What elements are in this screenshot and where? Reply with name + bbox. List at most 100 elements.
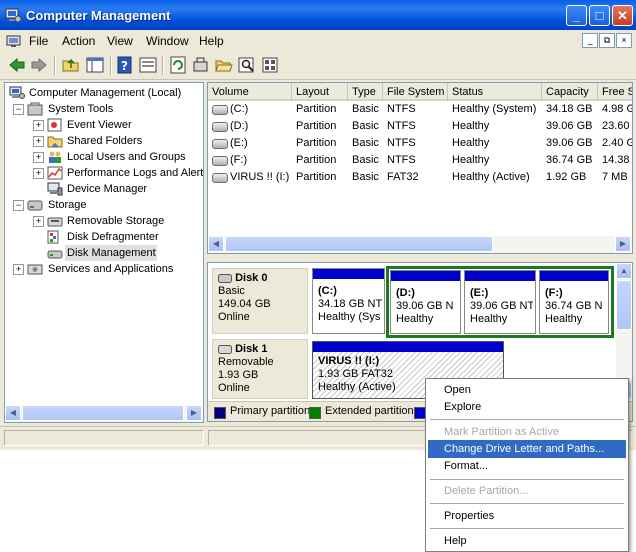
cell-volume: (D:): [230, 120, 249, 132]
partition-c-text: (C:) 34.18 GB NT Healthy (Sys: [318, 285, 382, 324]
menu-help[interactable]: Help: [199, 34, 224, 48]
menu-item-format[interactable]: Format...: [428, 457, 626, 475]
tree-item-local-users-and-groups[interactable]: + Local Users and Groups: [5, 149, 201, 165]
column-header-layout[interactable]: Layout: [292, 83, 348, 101]
table-row[interactable]: (E:) Partition Basic NTFS Healthy 39.06 GB 2.4…: [208, 135, 632, 152]
extended-partition[interactable]: (D:) 39.06 GB N Healthy (E:) 39.06 GB NT…: [386, 266, 614, 338]
scroll-thumb[interactable]: [225, 236, 493, 252]
menu-item-change-drive-letter[interactable]: Change Drive Letter and Paths...: [428, 440, 626, 458]
disk-1-size: 1.93 GB: [218, 369, 259, 381]
tree-item-disk-defragmenter[interactable]: Disk Defragmenter: [5, 229, 201, 245]
partition-d[interactable]: (D:) 39.06 GB N Healthy: [390, 270, 461, 334]
users-icon: [49, 151, 61, 163]
cell-volume: (F:): [230, 154, 248, 166]
tree-item-storage[interactable]: − Storage: [5, 197, 201, 213]
menu-item-properties[interactable]: Properties: [428, 507, 626, 525]
menu-file[interactable]: File: [29, 34, 48, 48]
maximize-button[interactable]: □: [589, 5, 610, 26]
show-hide-console-tree-icon[interactable]: [86, 56, 104, 74]
extended-partition-swatch: [309, 407, 321, 419]
menu-action[interactable]: Action: [62, 34, 95, 48]
tree-item-performance-logs[interactable]: + Performance Logs and Alerts: [5, 165, 203, 181]
table-row[interactable]: (C:) Partition Basic NTFS Healthy (System) 34…: [208, 101, 632, 118]
tree-item-shared-folders[interactable]: + Shared Folders: [5, 133, 201, 149]
tree-item-device-manager[interactable]: Device Manager: [5, 181, 201, 197]
scroll-right-button[interactable]: ▶: [615, 236, 631, 252]
drive-icon: [212, 105, 228, 115]
mdi-restore-button[interactable]: ⧉: [599, 33, 615, 48]
column-header-volume[interactable]: Volume: [208, 83, 292, 101]
disk-0-info[interactable]: Disk 0 Basic 149.04 GB Online: [212, 268, 308, 334]
search-icon[interactable]: [238, 56, 256, 74]
menu-window[interactable]: Window: [146, 34, 189, 48]
disk-1-info[interactable]: Disk 1 Removable 1.93 GB Online: [212, 339, 308, 399]
menu-view[interactable]: View: [107, 34, 133, 48]
cell-file-system: NTFS: [387, 137, 416, 149]
column-header-status[interactable]: Status: [448, 83, 542, 101]
partition-f-status: Healthy: [545, 313, 583, 325]
tree-item-removable-storage[interactable]: + Removable Storage: [5, 213, 201, 229]
services-icon: [27, 264, 43, 275]
disk-1-name: Disk 1: [235, 343, 268, 355]
column-header-file-system[interactable]: File System: [383, 83, 448, 101]
title-bar[interactable]: Computer Management _ □ ✕: [0, 0, 636, 30]
scroll-thumb[interactable]: [616, 280, 632, 330]
menu-separator: [430, 528, 624, 529]
scroll-thumb[interactable]: [22, 405, 184, 421]
table-row[interactable]: VIRUS !! (I:) Partition Basic FAT32 Healthy …: [208, 169, 632, 186]
close-button[interactable]: ✕: [612, 5, 633, 26]
removable-disk-icon: [218, 344, 232, 354]
menu-item-mark-partition-active[interactable]: Mark Partition as Active: [428, 423, 626, 441]
rescan-disks-icon[interactable]: [192, 56, 210, 74]
scroll-left-button[interactable]: ◀: [5, 405, 21, 421]
tree-item-services-and-applications[interactable]: + Services and Applications: [5, 261, 201, 277]
collapse-toggle[interactable]: −: [13, 104, 24, 115]
mdi-close-button[interactable]: ×: [616, 33, 632, 48]
partition-f[interactable]: (F:) 36.74 GB N Healthy: [539, 270, 609, 334]
partition-c[interactable]: (C:) 34.18 GB NT Healthy (Sys: [312, 268, 385, 334]
column-header-capacity[interactable]: Capacity: [542, 83, 598, 101]
menu-item-open[interactable]: Open: [428, 381, 626, 399]
up-folder-icon[interactable]: [62, 56, 80, 74]
tree-item-event-viewer[interactable]: + Event Viewer: [5, 117, 201, 133]
tree-horizontal-scrollbar[interactable]: ◀ ▶: [5, 405, 203, 422]
tree-item-label: Event Viewer: [67, 119, 132, 131]
table-row[interactable]: (F:) Partition Basic NTFS Healthy 36.74 GB 14.…: [208, 152, 632, 169]
tree-item-system-tools[interactable]: − System Tools: [5, 101, 201, 117]
column-header-type[interactable]: Type: [348, 83, 383, 101]
expand-toggle[interactable]: +: [33, 152, 44, 163]
cell-volume: (C:): [230, 103, 249, 115]
column-header-free-space[interactable]: Free Sp: [598, 83, 632, 101]
minimize-button[interactable]: _: [566, 5, 587, 26]
expand-toggle[interactable]: +: [33, 136, 44, 147]
collapse-toggle[interactable]: −: [13, 200, 24, 211]
table-row[interactable]: (D:) Partition Basic NTFS Healthy 39.06 GB 23.…: [208, 118, 632, 135]
scroll-up-button[interactable]: ▲: [616, 263, 632, 279]
partition-d-status: Healthy: [396, 313, 434, 325]
expand-toggle[interactable]: +: [13, 264, 24, 275]
mdi-minimize-button[interactable]: _: [582, 33, 598, 48]
hard-disk-icon: [218, 273, 232, 283]
help-icon[interactable]: ?: [116, 56, 134, 74]
menu-item-delete-partition[interactable]: Delete Partition...: [428, 482, 626, 500]
properties-pane-icon[interactable]: [139, 56, 157, 74]
back-arrow-icon[interactable]: [8, 56, 26, 74]
refresh-icon[interactable]: [169, 56, 187, 74]
disk-list-icon[interactable]: [261, 56, 279, 74]
menu-item-explore[interactable]: Explore: [428, 398, 626, 416]
volume-list-horizontal-scrollbar[interactable]: ◀ ▶: [208, 236, 632, 253]
forward-arrow-icon[interactable]: [30, 56, 48, 74]
scroll-right-button[interactable]: ▶: [186, 405, 202, 421]
mmc-document-icon[interactable]: [6, 33, 22, 49]
expand-toggle[interactable]: +: [33, 168, 44, 179]
tree-item-disk-management[interactable]: Disk Management: [65, 245, 157, 261]
expand-toggle[interactable]: +: [33, 120, 44, 131]
scroll-left-button[interactable]: ◀: [208, 236, 224, 252]
expand-toggle[interactable]: +: [33, 216, 44, 227]
partition-e[interactable]: (E:) 39.06 GB NT Healthy: [464, 270, 536, 334]
tree-item-label: Disk Management: [67, 247, 156, 259]
cell-file-system: NTFS: [387, 120, 416, 132]
open-folder-icon[interactable]: [215, 56, 233, 74]
tree-root[interactable]: Computer Management (Local): [5, 85, 201, 101]
menu-item-help[interactable]: Help: [428, 532, 626, 550]
